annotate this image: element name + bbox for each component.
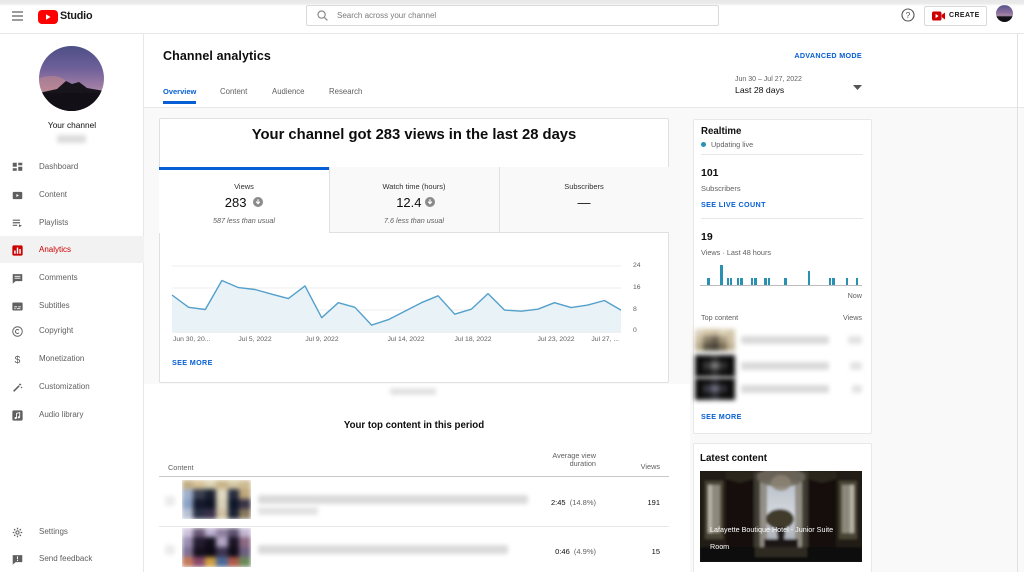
svg-text:$: $ <box>15 355 21 365</box>
svg-text:?: ? <box>906 10 911 20</box>
